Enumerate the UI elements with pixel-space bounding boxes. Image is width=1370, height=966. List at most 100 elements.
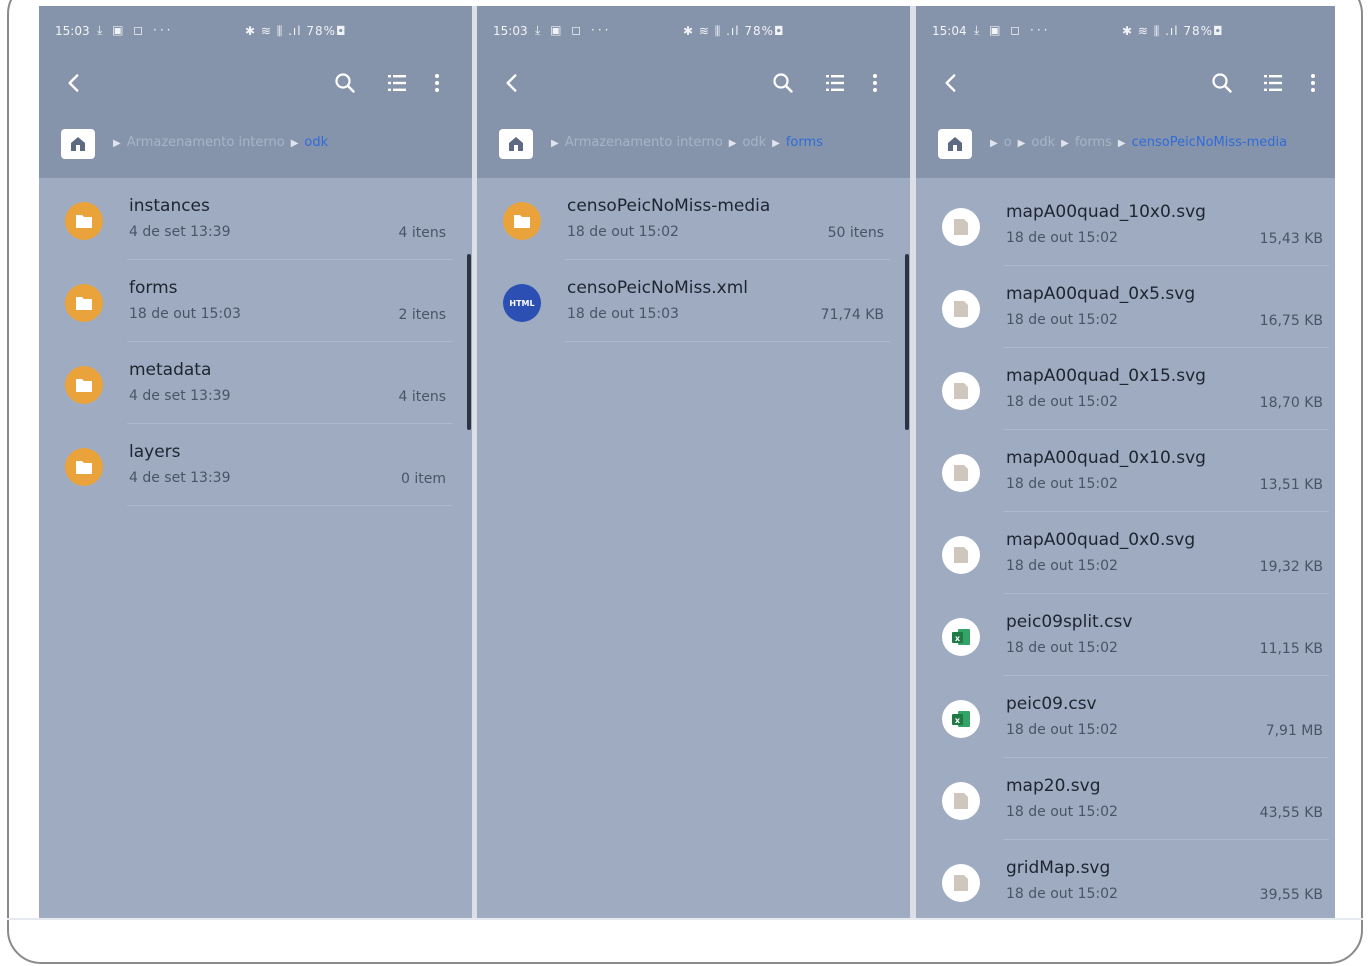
generic-file-icon xyxy=(942,536,980,574)
item-date: 18 de out 15:02 xyxy=(1006,886,1118,902)
more-vert-icon[interactable] xyxy=(432,71,442,95)
toolbar xyxy=(477,64,910,104)
home-icon[interactable] xyxy=(61,129,95,159)
list-item[interactable]: mapA00quad_0x10.svg 18 de out 15:02 13,5… xyxy=(916,430,1335,512)
excel-file-icon: x xyxy=(942,700,980,738)
item-name: instances xyxy=(129,196,210,216)
app-header: 15:04 ⤓ ▣ ◻ ··· ✱ ≋ ⫼ .ıl 78%◘ ▶ o ▶ odk ▶ fo… xyxy=(916,6,1335,178)
item-count: 0 item xyxy=(401,471,446,487)
scrollbar[interactable] xyxy=(467,254,471,430)
breadcrumb-item[interactable]: Armazenamento interno xyxy=(565,135,723,150)
list-view-icon[interactable] xyxy=(385,71,409,95)
item-count: 2 itens xyxy=(398,307,446,323)
svg-text:x: x xyxy=(955,634,961,643)
item-count: 4 itens xyxy=(398,389,446,405)
html-file-icon: HTML xyxy=(503,284,541,322)
system-icons: ✱ ≋ ⫼ .ıl 78%◘ xyxy=(1122,24,1224,38)
generic-file-icon xyxy=(942,454,980,492)
list-item[interactable]: mapA00quad_0x0.svg 18 de out 15:02 19,32… xyxy=(916,512,1335,594)
item-size: 19,32 KB xyxy=(1259,559,1323,575)
file-list: censoPeicNoMiss-media 18 de out 15:02 50… xyxy=(477,178,910,342)
breadcrumb-item[interactable]: o xyxy=(1004,135,1012,150)
home-icon[interactable] xyxy=(938,129,972,159)
home-icon[interactable] xyxy=(499,129,533,159)
list-item[interactable]: instances 4 de set 13:39 4 itens xyxy=(39,178,472,260)
item-date: 4 de set 13:39 xyxy=(129,224,231,240)
breadcrumb-current[interactable]: forms xyxy=(786,135,823,150)
system-icons: ✱ ≋ ⫼ .ıl 78%◘ xyxy=(683,24,785,38)
breadcrumb: ▶ o ▶ odk ▶ forms ▶ censoPeicNoMiss-media xyxy=(938,129,1327,159)
list-item[interactable]: x peic09split.csv 18 de out 15:02 11,15 … xyxy=(916,594,1335,676)
folder-icon xyxy=(65,284,103,322)
notification-icons: ⤓ ▣ ◻ ··· xyxy=(974,23,1051,37)
breadcrumb-path: ▶ o ▶ odk ▶ forms ▶ censoPeicNoMiss-media xyxy=(990,135,1288,150)
list-item[interactable]: metadata 4 de set 13:39 4 itens xyxy=(39,342,472,424)
item-date: 18 de out 15:03 xyxy=(567,306,679,322)
back-arrow-icon[interactable] xyxy=(61,70,87,96)
item-name: mapA00quad_0x5.svg xyxy=(1006,284,1196,304)
item-date: 18 de out 15:02 xyxy=(1006,312,1118,328)
search-icon[interactable] xyxy=(771,71,795,95)
breadcrumb-path: ▶ Armazenamento interno ▶ odk xyxy=(113,135,329,150)
list-view-icon[interactable] xyxy=(1261,71,1285,95)
breadcrumb-item[interactable]: odk xyxy=(1031,135,1055,150)
bottom-edge xyxy=(7,918,1363,920)
file-list: instances 4 de set 13:39 4 itens forms 1… xyxy=(39,178,472,506)
item-name: peic09split.csv xyxy=(1006,612,1133,632)
list-item[interactable]: forms 18 de out 15:03 2 itens xyxy=(39,260,472,342)
list-item[interactable]: mapA00quad_10x0.svg 18 de out 15:02 15,4… xyxy=(916,184,1335,266)
item-date: 18 de out 15:02 xyxy=(1006,476,1118,492)
list-view-icon[interactable] xyxy=(823,71,847,95)
system-icons: ✱ ≋ ⫼ .ıl 78%◘ xyxy=(245,24,347,38)
back-arrow-icon[interactable] xyxy=(499,70,525,96)
generic-file-icon xyxy=(942,782,980,820)
breadcrumb-item[interactable]: odk xyxy=(742,135,766,150)
item-count: 4 itens xyxy=(398,225,446,241)
divider xyxy=(565,341,890,342)
list-item[interactable]: x peic09.csv 18 de out 15:02 7,91 MB xyxy=(916,676,1335,758)
item-name: mapA00quad_0x0.svg xyxy=(1006,530,1196,550)
item-size: 11,15 KB xyxy=(1259,641,1323,657)
item-name: layers xyxy=(129,442,181,462)
generic-file-icon xyxy=(942,290,980,328)
list-item[interactable]: censoPeicNoMiss-media 18 de out 15:02 50… xyxy=(477,178,910,260)
excel-file-icon: x xyxy=(942,618,980,656)
list-item[interactable]: mapA00quad_0x15.svg 18 de out 15:02 18,7… xyxy=(916,348,1335,430)
breadcrumb: ▶ Armazenamento interno ▶ odk ▶ forms xyxy=(499,129,902,159)
divider xyxy=(127,505,452,506)
more-vert-icon[interactable] xyxy=(1308,71,1318,95)
status-time: 15:03 xyxy=(493,24,528,38)
search-icon[interactable] xyxy=(1210,71,1234,95)
breadcrumb: ▶ Armazenamento interno ▶ odk xyxy=(61,129,464,159)
notification-icons: ⤓ ▣ ◻ ··· xyxy=(535,23,612,37)
breadcrumb-path: ▶ Armazenamento interno ▶ odk ▶ forms xyxy=(551,135,823,150)
back-arrow-icon[interactable] xyxy=(938,70,964,96)
breadcrumb-current[interactable]: odk xyxy=(304,135,328,150)
search-icon[interactable] xyxy=(333,71,357,95)
list-item[interactable]: gridMap.svg 18 de out 15:02 39,55 KB xyxy=(916,840,1335,918)
list-item[interactable]: mapA00quad_0x5.svg 18 de out 15:02 16,75… xyxy=(916,266,1335,348)
item-date: 18 de out 15:02 xyxy=(1006,640,1118,656)
list-item[interactable]: layers 4 de set 13:39 0 item xyxy=(39,424,472,506)
app-header: 15:03 ⤓ ▣ ◻ ··· ✱ ≋ ⫼ .ıl 78%◘ ▶ Armazena… xyxy=(477,6,910,178)
item-size: 13,51 KB xyxy=(1259,477,1323,493)
status-bar: 15:04 ⤓ ▣ ◻ ··· ✱ ≋ ⫼ .ıl 78%◘ xyxy=(932,23,1332,40)
item-size: 15,43 KB xyxy=(1259,231,1323,247)
generic-file-icon xyxy=(942,208,980,246)
folder-icon xyxy=(65,202,103,240)
list-item[interactable]: HTML censoPeicNoMiss.xml 18 de out 15:03… xyxy=(477,260,910,342)
screenshot-panel-media: 15:04 ⤓ ▣ ◻ ··· ✱ ≋ ⫼ .ıl 78%◘ ▶ o ▶ odk ▶ fo… xyxy=(916,6,1335,918)
toolbar xyxy=(916,64,1335,104)
item-date: 18 de out 15:02 xyxy=(1006,394,1118,410)
item-size: 43,55 KB xyxy=(1259,805,1323,821)
scrollbar[interactable] xyxy=(905,254,909,430)
folder-icon xyxy=(65,448,103,486)
breadcrumb-item[interactable]: Armazenamento interno xyxy=(127,135,285,150)
item-date: 4 de set 13:39 xyxy=(129,388,231,404)
more-vert-icon[interactable] xyxy=(870,71,880,95)
breadcrumb-item[interactable]: forms xyxy=(1075,135,1112,150)
item-size: 16,75 KB xyxy=(1259,313,1323,329)
list-item[interactable]: map20.svg 18 de out 15:02 43,55 KB xyxy=(916,758,1335,840)
item-name: censoPeicNoMiss-media xyxy=(567,196,771,216)
breadcrumb-current[interactable]: censoPeicNoMiss-media xyxy=(1132,135,1287,150)
